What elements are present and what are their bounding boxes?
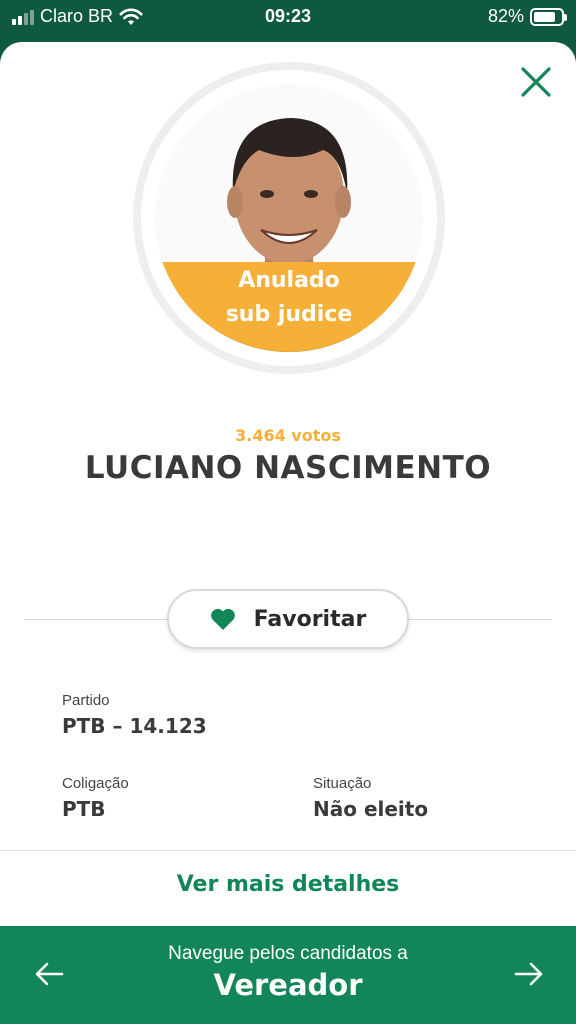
- heart-icon: [210, 608, 235, 630]
- battery-icon: [530, 7, 567, 26]
- details-separator: [0, 850, 576, 851]
- status-right: 82%: [487, 6, 567, 27]
- favorite-label: Favoritar: [253, 606, 367, 632]
- situacao-label: Situação: [313, 775, 372, 792]
- candidate-card: Anulado sub judice 3.464 votos LUCIANO N…: [0, 42, 576, 926]
- coligacao-label: Coligação: [62, 775, 129, 792]
- nav-title: Vereador: [213, 968, 363, 1002]
- status-line-2: sub judice: [225, 302, 353, 327]
- status-line-1: Anulado: [238, 268, 340, 293]
- status-bar: Claro BR 09:23 82%: [0, 0, 576, 34]
- battery-percent: 82%: [487, 6, 524, 26]
- candidate-status-badge: Anulado sub judice: [155, 262, 423, 352]
- nav-subtitle: Navegue pelos candidatos a: [168, 943, 408, 964]
- favorite-button[interactable]: Favoritar: [167, 589, 409, 649]
- candidate-photo: Anulado sub judice: [155, 84, 423, 352]
- partido-value: PTB – 14.123: [62, 714, 207, 738]
- vote-count: 3.464 votos: [235, 426, 341, 445]
- coligacao-value: PTB: [62, 797, 106, 821]
- situacao-value: Não eleito: [313, 797, 429, 821]
- candidate-navigation-bar: Navegue pelos candidatos a Vereador: [0, 926, 576, 1024]
- close-icon[interactable]: [518, 64, 554, 100]
- more-details-link[interactable]: Ver mais detalhes: [0, 872, 576, 897]
- partido-label: Partido: [62, 692, 110, 709]
- arrow-right-icon[interactable]: [514, 961, 544, 987]
- candidate-photo-frame: Anulado sub judice: [133, 62, 445, 374]
- candidate-name: LUCIANO NASCIMENTO: [84, 450, 492, 486]
